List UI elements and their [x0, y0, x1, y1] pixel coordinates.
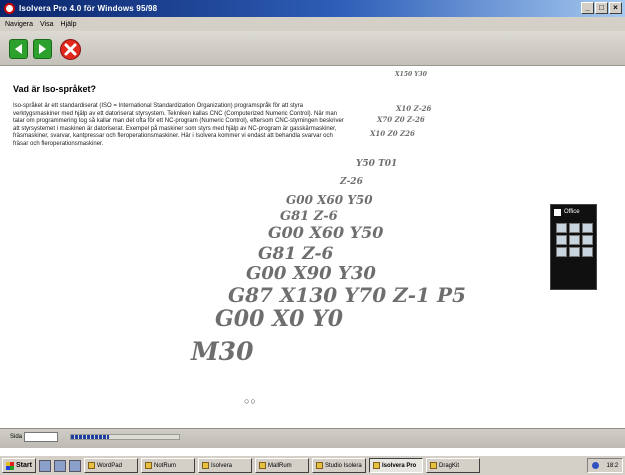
palette-grid	[551, 219, 596, 257]
window-title: Isolvera Pro 4.0 för Windows 95/98	[19, 4, 158, 13]
progress-bar	[70, 434, 180, 440]
app-icon	[373, 462, 380, 469]
palette-tool-icon[interactable]	[556, 247, 567, 257]
page-number-field[interactable]	[24, 432, 58, 442]
tray-icon[interactable]	[591, 462, 599, 469]
taskbar-button-label: MallRum	[268, 462, 292, 469]
arrow-left-icon	[15, 44, 22, 54]
taskbar-button-label: NotRum	[154, 462, 177, 469]
quicklaunch-mail-icon[interactable]	[69, 459, 81, 472]
taskbar: Start WordPad NotRum Isolvera MallRum St…	[0, 455, 625, 475]
code-line: G81 Z-6	[280, 209, 338, 224]
code-line: G81 Z-6	[258, 244, 334, 264]
start-button[interactable]: Start	[2, 458, 36, 473]
toolbar	[0, 31, 625, 66]
palette-tool-icon[interactable]	[556, 235, 567, 245]
app-icon	[316, 462, 323, 469]
maximize-button[interactable]: □	[595, 2, 608, 14]
menu-help[interactable]: Hjälp	[61, 21, 77, 28]
app-icon	[4, 3, 15, 14]
code-line: G00 X0 Y0	[215, 306, 344, 332]
page-label: Sida	[10, 434, 23, 440]
palette-tool-icon[interactable]	[582, 247, 593, 257]
taskbar-button-active[interactable]: Isolvera Pro	[369, 458, 423, 473]
small-code-line: Y50 T01	[356, 159, 397, 169]
article-heading: Vad är Iso-språket?	[13, 84, 97, 94]
taskbar-button[interactable]: DragKit	[426, 458, 480, 473]
close-x-icon	[64, 43, 77, 56]
status-bar: Sida	[0, 428, 625, 448]
menu-view[interactable]: Visa	[40, 21, 54, 28]
taskbar-button[interactable]: Isolvera	[198, 458, 252, 473]
small-code-line: X150 Y30	[394, 71, 428, 78]
palette-tool-icon[interactable]	[582, 235, 593, 245]
palette-tool-icon[interactable]	[569, 235, 580, 245]
menu-navigate[interactable]: Navigera	[5, 21, 33, 28]
palette-tool-icon[interactable]	[556, 223, 567, 233]
code-line: G87 X130 Y70 Z-1 P5	[228, 283, 466, 307]
small-code-line: X10 Z0 Z26	[369, 129, 415, 138]
palette-tool-icon[interactable]	[582, 223, 593, 233]
palette-tool-icon[interactable]	[569, 223, 580, 233]
quicklaunch-browser-icon[interactable]	[54, 459, 66, 472]
quicklaunch-desktop-icon[interactable]	[39, 459, 51, 472]
window-titlebar: Isolvera Pro 4.0 för Windows 95/98 _ □ ×	[0, 0, 625, 17]
page-indicator[interactable]: ○○	[244, 396, 257, 406]
folder-icon	[259, 462, 266, 469]
taskbar-button[interactable]: Studio Isolera	[312, 458, 366, 473]
small-code-line: X70 Z0 Z-26	[376, 115, 425, 124]
minimize-button[interactable]: _	[581, 2, 594, 14]
taskbar-button[interactable]: WordPad	[84, 458, 138, 473]
code-line: G00 X90 Y30	[246, 263, 376, 284]
taskbar-button-label: Isolvera Pro	[382, 462, 417, 469]
folder-icon	[145, 462, 152, 469]
taskbar-button-label: Isolvera	[211, 462, 233, 469]
taskbar-button-label: DragKit	[439, 462, 460, 469]
taskbar-button-label: Studio Isolera	[325, 462, 362, 469]
code-line: G00 X60 Y50	[286, 193, 373, 207]
office-icon	[554, 208, 561, 216]
small-code-line: X10 Z-26	[395, 104, 431, 113]
clock: 18:2	[606, 462, 619, 469]
windows-logo-icon	[6, 461, 14, 470]
palette-header: Office	[551, 205, 596, 219]
menu-bar: Navigera Visa Hjälp	[0, 17, 625, 31]
stop-button[interactable]	[60, 39, 81, 60]
back-button[interactable]	[9, 39, 28, 59]
office-palette: Office	[550, 204, 597, 290]
article-body: Iso-språket är ett standardiserat (ISO =…	[13, 103, 344, 147]
large-code-group: G00 X60 Y50 G81 Z-6 G00 X60 Y50 G81 Z-6 …	[190, 193, 466, 366]
code-line: M30	[190, 337, 254, 366]
taskbar-button-label: WordPad	[97, 462, 122, 469]
app-icon	[430, 462, 437, 469]
content-area: X150 Y30 X10 Z-26 X70 Z0 Z-26 X10 Z0 Z26…	[0, 66, 625, 428]
system-tray: 18:2	[587, 458, 623, 473]
start-label: Start	[16, 462, 32, 469]
small-code-group: X150 Y30 X10 Z-26 X70 Z0 Z-26 X10 Z0 Z26…	[339, 71, 431, 187]
wordpad-icon	[88, 462, 95, 469]
small-code-line: Z-26	[339, 177, 364, 187]
progress-fill	[71, 435, 109, 439]
close-button[interactable]: ×	[609, 2, 622, 14]
code-line: G00 X60 Y50	[268, 223, 383, 242]
taskbar-button[interactable]: NotRum	[141, 458, 195, 473]
taskbar-button[interactable]: MallRum	[255, 458, 309, 473]
folder-icon	[202, 462, 209, 469]
window-controls: _ □ ×	[581, 2, 622, 14]
palette-title: Office	[564, 209, 580, 215]
forward-button[interactable]	[33, 39, 52, 59]
arrow-right-icon	[39, 44, 46, 54]
palette-tool-icon[interactable]	[569, 247, 580, 257]
